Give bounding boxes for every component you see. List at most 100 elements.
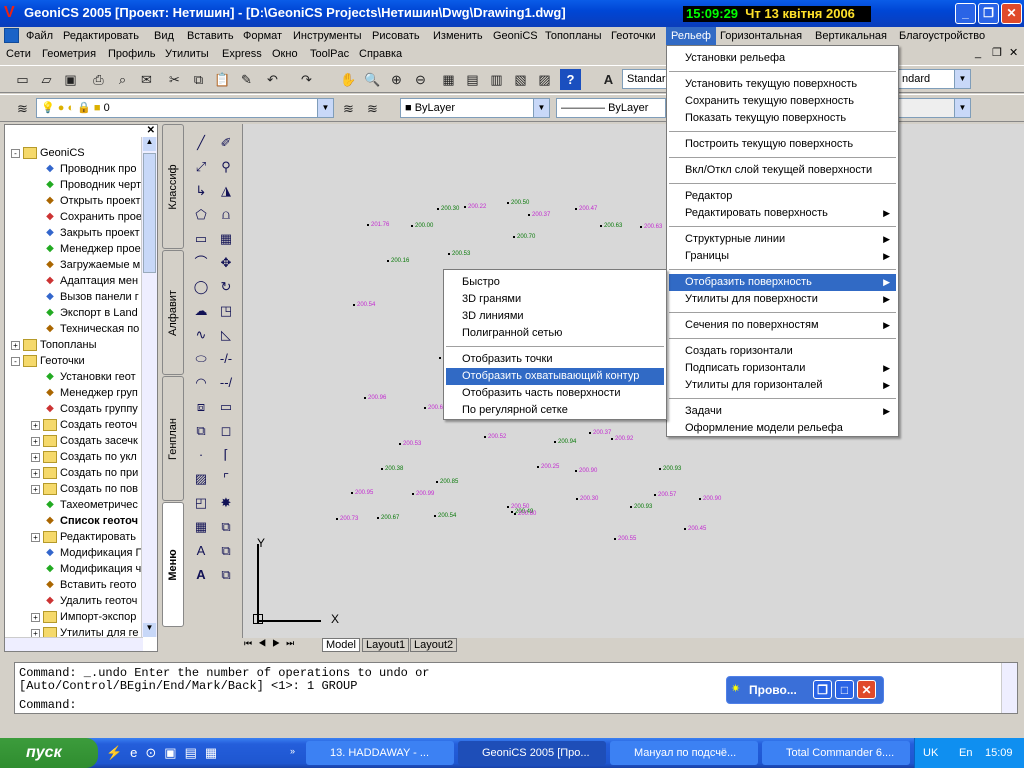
menu-9[interactable]: Топопланы bbox=[540, 27, 607, 45]
geopoint-label[interactable]: 200.70 bbox=[512, 234, 535, 240]
menu-item[interactable]: Задачи ▶ bbox=[669, 403, 896, 420]
help-icon[interactable]: ? bbox=[560, 69, 581, 90]
geopoint-label[interactable]: 200.92 bbox=[610, 436, 633, 442]
explode-icon[interactable]: ✸ bbox=[215, 492, 237, 514]
tree-item[interactable]: ◆ Открыть проект bbox=[31, 193, 140, 209]
task-button[interactable]: 13. HADDAWAY - ... bbox=[306, 741, 454, 765]
menu2-3[interactable]: Утилиты bbox=[160, 45, 214, 63]
sheet-set-icon[interactable]: ▧ bbox=[510, 69, 531, 90]
region-icon[interactable]: ◰ bbox=[190, 492, 212, 514]
construction-line-icon[interactable]: ⤢ bbox=[190, 156, 212, 178]
tree-item[interactable]: ◆ Техническая по bbox=[31, 321, 139, 337]
linetype-select[interactable]: ———— ByLayer bbox=[556, 98, 666, 118]
polyline-icon[interactable]: ↳ bbox=[190, 180, 212, 202]
tree-item[interactable]: ◆ Вызов панели г bbox=[31, 289, 139, 305]
command-prompt[interactable]: Command: bbox=[19, 699, 77, 712]
hatch-icon[interactable]: ▨ bbox=[190, 468, 212, 490]
geopoint-label[interactable]: 200.53 bbox=[447, 251, 470, 257]
properties-icon[interactable]: ▦ bbox=[438, 69, 459, 90]
chamfer-icon[interactable]: ⌈ bbox=[215, 444, 237, 466]
copy-object-icon[interactable]: ⚲ bbox=[215, 156, 237, 178]
geopoint-label[interactable]: 200.85 bbox=[435, 479, 458, 485]
menu-11[interactable]: Рельеф bbox=[666, 27, 716, 45]
tree-item[interactable]: ◆ Адаптация мен bbox=[31, 273, 138, 289]
expander-icon[interactable]: + bbox=[31, 612, 40, 622]
plot-style-select[interactable]: ▼ bbox=[897, 98, 971, 118]
geopoint-label[interactable]: 200.90 bbox=[574, 468, 597, 474]
menu-6[interactable]: Рисовать bbox=[367, 27, 425, 45]
menu-item[interactable]: Сечения по поверхностям ▶ bbox=[669, 317, 896, 334]
scroll-up-icon[interactable]: ▲ bbox=[143, 137, 156, 151]
line-icon[interactable]: ╱ bbox=[190, 132, 212, 154]
menu-10[interactable]: Геоточки bbox=[606, 27, 661, 45]
geopoint-label[interactable]: 200.38 bbox=[380, 466, 403, 472]
send-back-icon[interactable]: ⧉ bbox=[215, 564, 237, 586]
offset-icon[interactable]: ⩍ bbox=[215, 204, 237, 226]
menu-item[interactable]: Оформление модели рельефа bbox=[669, 420, 896, 437]
expander-icon[interactable]: + bbox=[31, 436, 40, 446]
chevron-down-icon[interactable]: ▼ bbox=[317, 99, 333, 117]
tree-item[interactable]: ◆ Удалить геоточ bbox=[31, 593, 137, 609]
dim-style-select[interactable]: ndard ▼ bbox=[897, 69, 971, 89]
bring-front-icon[interactable]: ⧉ bbox=[215, 540, 237, 562]
tree-item[interactable]: + Создать по укл bbox=[31, 449, 137, 465]
new-icon[interactable]: ▭ bbox=[12, 69, 33, 90]
tab-nav-arrows[interactable]: ⏮◀▶⏭ bbox=[244, 638, 300, 649]
expander-icon[interactable]: + bbox=[11, 340, 20, 350]
point-icon[interactable]: · bbox=[190, 444, 212, 466]
insert-block-icon[interactable]: ⧈ bbox=[190, 396, 212, 418]
tree-item[interactable]: + Утилиты для ге bbox=[31, 625, 138, 637]
floating-window[interactable]: ✷ Прово... ❐ □ ✕ bbox=[726, 676, 884, 704]
menu-13[interactable]: Вертикальная bbox=[810, 27, 892, 45]
geopoint-label[interactable]: 201.76 bbox=[366, 222, 389, 228]
expander-icon[interactable]: - bbox=[11, 148, 20, 158]
geopoint-label[interactable]: 200.73 bbox=[335, 516, 358, 522]
copy-icon[interactable]: ⧉ bbox=[188, 69, 209, 90]
tab-layout2[interactable]: Layout2 bbox=[410, 638, 458, 652]
menu-item[interactable]: Редактировать поверхность ▶ bbox=[669, 205, 896, 222]
tab-layout1[interactable]: Layout1 bbox=[362, 638, 410, 652]
command-scrollbar[interactable] bbox=[1001, 663, 1017, 713]
tree-scrollbar[interactable]: ▲ ▼ bbox=[141, 137, 157, 637]
arc-icon[interactable]: ⌒ bbox=[190, 252, 212, 274]
close-button[interactable]: ✕ bbox=[1001, 3, 1022, 24]
menu-item[interactable]: Сохранить текущую поверхность bbox=[669, 93, 896, 110]
geopoint-label[interactable]: 200.22 bbox=[463, 204, 486, 210]
tree-item[interactable]: ◆ Установки геот bbox=[31, 369, 136, 385]
tree-item[interactable]: + Топопланы bbox=[11, 337, 97, 353]
geopoint-label[interactable]: 200.30 bbox=[436, 206, 459, 212]
tree-item[interactable]: ◆ Модификация ч bbox=[31, 561, 141, 577]
layer-select[interactable]: 💡 ● ◐ 🔒 ■ 0 ▼ bbox=[36, 98, 334, 118]
start-button[interactable]: пуск bbox=[0, 738, 98, 768]
menu-item[interactable]: Отобразить часть поверхности bbox=[446, 385, 664, 402]
menu2-0[interactable]: Сети bbox=[1, 45, 36, 63]
stretch-icon[interactable]: ◺ bbox=[215, 324, 237, 346]
revcloud-icon[interactable]: ☁ bbox=[190, 300, 212, 322]
table-icon[interactable]: ▦ bbox=[190, 516, 212, 538]
menu-item[interactable]: Подписать горизонтали ▶ bbox=[669, 360, 896, 377]
geopoint-label[interactable]: 200.55 bbox=[613, 536, 636, 542]
join-icon[interactable]: ◻ bbox=[215, 420, 237, 442]
mirror-icon[interactable]: ◮ bbox=[215, 180, 237, 202]
rectangle-icon[interactable]: ▭ bbox=[190, 228, 212, 250]
tree-item[interactable]: ◆ Вставить геото bbox=[31, 577, 136, 593]
doc-restore-icon[interactable]: ❐ bbox=[992, 45, 1002, 62]
tree-hscrollbar[interactable] bbox=[5, 637, 143, 651]
menu2-1[interactable]: Геометрия bbox=[37, 45, 101, 63]
task-button[interactable]: Мануал по подсчё... bbox=[610, 741, 758, 765]
geopoint-label[interactable]: 200.67 bbox=[376, 515, 399, 521]
tree-item[interactable]: - Геоточки bbox=[11, 353, 85, 369]
expander-icon[interactable]: + bbox=[31, 532, 40, 542]
geopoint-label[interactable]: 200.37 bbox=[527, 212, 550, 218]
tree-item[interactable]: - GeoniCS bbox=[11, 145, 85, 161]
doc-close-icon[interactable]: ✕ bbox=[1009, 45, 1018, 62]
scroll-down-icon[interactable]: ▼ bbox=[143, 623, 156, 637]
menu-item[interactable]: Установки рельефа bbox=[669, 50, 896, 67]
menu-item[interactable]: Быстро bbox=[446, 274, 664, 291]
print-icon[interactable]: ⎙ bbox=[88, 69, 109, 90]
tree-item[interactable]: ◆ Менеджер груп bbox=[31, 385, 138, 401]
document-icon[interactable] bbox=[4, 28, 19, 43]
quick-launch-expand-icon[interactable]: » bbox=[290, 746, 295, 756]
menu-0[interactable]: Файл bbox=[21, 27, 58, 45]
fillet-icon[interactable]: ⌜ bbox=[215, 468, 237, 490]
